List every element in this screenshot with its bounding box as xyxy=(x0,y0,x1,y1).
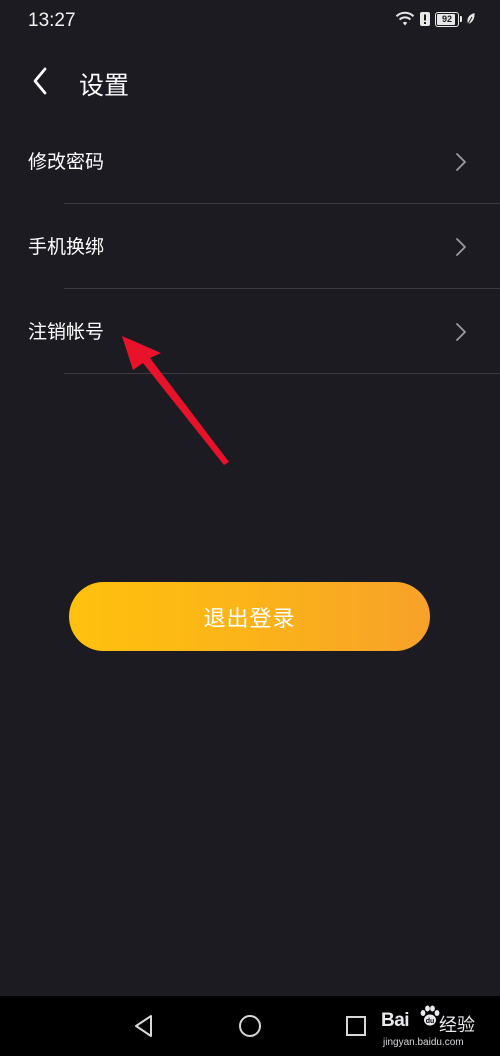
recents-square-icon[interactable] xyxy=(342,1012,370,1040)
chevron-right-icon xyxy=(456,153,466,171)
divider xyxy=(64,203,500,204)
menu-item-rebind-phone[interactable]: 手机换绑 xyxy=(0,205,500,289)
menu-item-label: 注销帐号 xyxy=(28,321,105,343)
logout-label: 退出登录 xyxy=(203,606,296,632)
svg-text:du: du xyxy=(426,1018,435,1025)
header-bar: 设置 xyxy=(0,56,500,108)
divider xyxy=(64,288,500,289)
status-icons: 92 xyxy=(395,11,476,27)
alert-icon xyxy=(420,12,430,26)
watermark-logo: Bai xyxy=(381,1010,410,1031)
status-time: 13:27 xyxy=(28,10,76,31)
watermark-suffix: 经验 xyxy=(439,1015,475,1036)
home-circle-icon[interactable] xyxy=(236,1012,264,1040)
menu-item-label: 修改密码 xyxy=(28,151,105,173)
menu-item-delete-account[interactable]: 注销帐号 xyxy=(0,290,500,374)
wifi-icon xyxy=(395,11,415,26)
baidu-jingyan-watermark: Bai du 经验 jingyan.baidu.com xyxy=(381,1000,500,1056)
settings-screen: 13:27 92 设置 修改密码 手机换绑 注销帐号 退出登录 Bai du 经… xyxy=(0,0,500,1056)
divider xyxy=(64,373,500,374)
page-title: 设置 xyxy=(79,71,130,100)
status-bar: 13:27 92 xyxy=(0,0,500,44)
chevron-right-icon xyxy=(456,238,466,256)
battery-level: 92 xyxy=(441,14,452,24)
menu-item-label: 手机换绑 xyxy=(28,236,105,258)
watermark-url: jingyan.baidu.com xyxy=(383,1037,464,1048)
leaf-icon xyxy=(467,13,475,25)
paw-icon: du xyxy=(420,1005,440,1026)
back-triangle-icon[interactable] xyxy=(130,1012,158,1040)
chevron-right-icon xyxy=(456,323,466,341)
menu-item-change-password[interactable]: 修改密码 xyxy=(0,120,500,204)
battery-icon: 92 xyxy=(435,11,459,27)
chevron-left-icon xyxy=(33,67,47,95)
logout-button[interactable]: 退出登录 xyxy=(69,582,430,651)
battery-cap xyxy=(460,16,462,22)
back-button[interactable] xyxy=(22,62,62,102)
